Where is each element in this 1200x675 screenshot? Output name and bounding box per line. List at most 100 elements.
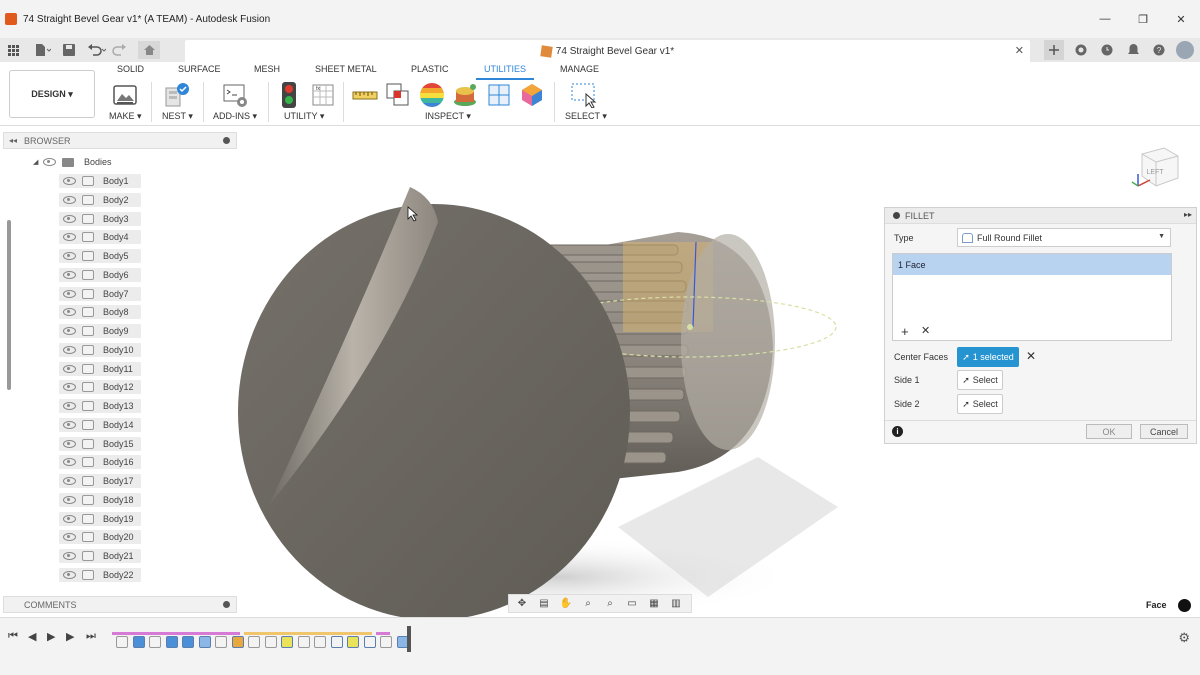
grid-icon[interactable] [4,41,22,59]
timeline-feature-icon[interactable] [281,636,293,648]
tree-node-body[interactable]: Body2 [63,191,129,209]
orbit-icon[interactable]: ✥ [513,597,531,611]
visibility-icon[interactable] [63,289,76,298]
tree-node-body[interactable]: Body9 [63,322,129,340]
save-icon[interactable] [60,41,78,59]
clock-icon[interactable] [1098,41,1116,59]
play-button[interactable]: ▶ [47,630,55,643]
timeline-feature-icon[interactable] [165,636,178,648]
section-analysis-icon[interactable] [486,82,512,108]
selection-filter-icon[interactable] [1178,599,1191,612]
scrollbar-thumb[interactable] [7,220,11,390]
tab-mesh[interactable]: MESH [254,64,280,74]
go-to-end-button[interactable]: ⏭ [86,630,96,643]
tree-node-body[interactable]: Body17 [63,472,134,490]
browser-panel-header[interactable]: ◂◂ BROWSER [3,132,237,149]
traffic-light-icon[interactable] [278,82,304,108]
group-inspect[interactable]: INSPECT ▾ [425,111,471,122]
grid-settings-icon[interactable]: ▦ [645,597,663,611]
home-icon[interactable] [138,41,160,59]
timeline-feature-icon[interactable] [363,636,376,648]
visibility-icon[interactable] [63,233,76,242]
tree-node-body[interactable]: Body3 [63,210,129,228]
timeline-feature-icon[interactable] [215,636,227,648]
workspace-switcher[interactable]: DESIGN ▾ [9,70,95,118]
visibility-icon[interactable] [63,270,76,279]
visibility-icon[interactable] [63,364,76,373]
tree-node-body[interactable]: Body11 [63,360,133,378]
visibility-icon[interactable] [43,158,56,166]
zoom-window-icon[interactable]: ⌕ [601,597,619,611]
clear-selection-button[interactable]: ✕ [1026,349,1036,363]
zebra-analysis-icon[interactable] [419,82,445,108]
document-tab-close-button[interactable]: ✕ [1015,44,1024,57]
panel-pin-icon[interactable] [223,137,230,144]
visibility-icon[interactable] [63,327,76,335]
tree-node-body[interactable]: Body21 [63,547,134,565]
tree-node-body[interactable]: Body8 [63,303,129,321]
tab-solid[interactable]: SOLID [117,64,144,74]
pan-icon[interactable]: ✋ [557,597,575,611]
measure-icon[interactable] [352,82,378,108]
file-icon[interactable] [34,41,52,59]
tab-manage[interactable]: MANAGE [560,64,599,74]
component-color-icon[interactable] [519,82,545,108]
cancel-button[interactable]: Cancel [1140,424,1188,439]
step-forward-button[interactable]: ▶ [66,630,74,643]
go-to-start-button[interactable]: ⏮ [8,630,18,643]
add-icon[interactable] [1044,40,1064,60]
face-selection-list[interactable]: 1 Face + ✕ [892,253,1172,341]
help-icon[interactable]: ? [1150,41,1168,59]
scripts-icon[interactable] [222,82,248,108]
tree-node-body[interactable]: Body10 [63,341,134,359]
visibility-icon[interactable] [63,177,76,185]
collapse-panel-icon[interactable]: ◂◂ [9,136,17,145]
tab-utilities[interactable]: UTILITIES [484,64,526,74]
undo-icon[interactable] [88,41,106,59]
timeline-feature-icon[interactable] [264,636,277,648]
timeline-feature-icon[interactable] [380,636,392,648]
list-item[interactable]: 1 Face [893,254,1171,275]
gear-front-face[interactable] [238,204,630,617]
visibility-icon[interactable] [63,514,76,523]
display-settings-icon[interactable]: ▭ [623,597,641,611]
tab-sheet-metal[interactable]: SHEET METAL [315,64,377,74]
timeline-feature-icon[interactable] [330,636,343,648]
tree-node-body[interactable]: Body6 [63,266,129,284]
view-cube[interactable]: LEFT [1130,140,1186,196]
tree-node-body[interactable]: Body18 [63,491,134,509]
visibility-icon[interactable] [63,495,76,504]
online-icon[interactable] [1072,41,1090,59]
tree-node-body[interactable]: Body22 [63,566,134,584]
select-icon[interactable] [571,82,597,109]
user-avatar[interactable] [1176,41,1194,59]
close-button[interactable]: ✕ [1162,0,1200,38]
tree-node-body[interactable]: Body4 [63,228,129,246]
visibility-icon[interactable] [63,420,76,429]
tree-node-body[interactable]: Body1 [63,172,129,190]
expand-dialog-icon[interactable]: ▸▸ [1184,210,1192,219]
browser-scrollbar[interactable] [7,150,12,580]
timeline-marker[interactable] [407,626,411,652]
timeline-feature-icon[interactable] [231,636,244,648]
interference-icon[interactable] [385,82,411,108]
tree-node-body[interactable]: Body16 [63,453,134,471]
step-back-button[interactable]: ◀ [28,630,36,643]
timeline-feature-icon[interactable] [347,636,359,648]
group-select[interactable]: SELECT ▾ [565,111,607,122]
tree-node-body[interactable]: Body7 [63,285,129,303]
timeline-feature-icon[interactable] [314,636,326,648]
timeline-feature-icon[interactable] [132,636,145,648]
fillet-dialog-header[interactable]: FILLET ▸▸ [885,208,1196,224]
visibility-icon[interactable] [63,552,76,560]
info-icon[interactable]: i [892,426,903,437]
viewports-icon[interactable]: ▥ [667,597,685,611]
visibility-icon[interactable] [63,439,76,448]
fillet-type-select[interactable]: Full Round Fillet ▼ [957,228,1171,247]
add-selection-button[interactable]: + [901,324,909,339]
minimize-button[interactable]: — [1086,0,1124,38]
visibility-icon[interactable] [63,195,76,204]
timeline-feature-icon[interactable] [297,636,310,648]
timeline-feature-icon[interactable] [248,636,260,648]
visibility-icon[interactable] [63,477,76,485]
